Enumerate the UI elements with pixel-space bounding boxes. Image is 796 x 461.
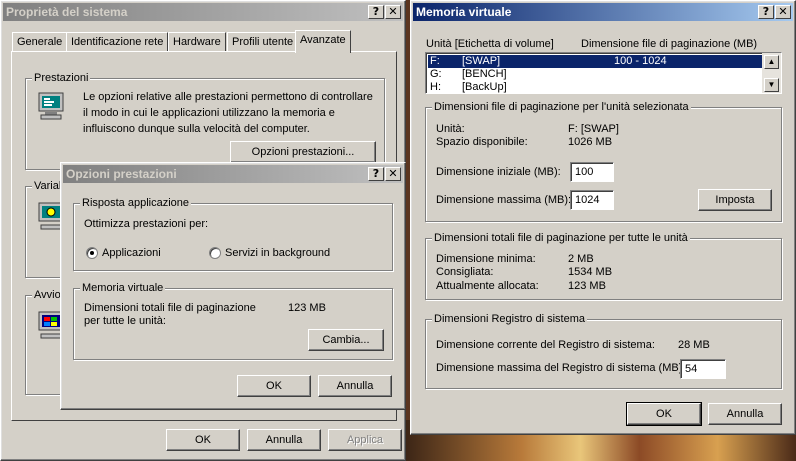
total-paging-group: Dimensioni totali file di paginazione pe… [425, 232, 782, 300]
close-button[interactable]: ✕ [775, 5, 791, 19]
vm-total-label: Dimensioni totali file di paginazione pe… [84, 302, 256, 327]
column-header-drive: Unità [Etichetta di volume] [426, 38, 554, 50]
max-size-label: Dimensione massima (MB): [436, 194, 572, 206]
ok-button[interactable]: OK [626, 402, 702, 426]
registry-max-input[interactable]: 54 [680, 359, 726, 379]
drive-letter: G: [430, 68, 442, 80]
list-item[interactable]: G: [BENCH] [428, 68, 763, 81]
group-title: Risposta applicazione [80, 197, 192, 210]
help-button[interactable]: ? [368, 5, 384, 19]
min-size-label: Dimensione minima: [436, 253, 536, 265]
list-item[interactable]: F: [SWAP] 100 - 1024 [428, 55, 763, 68]
change-button[interactable]: Cambia... [308, 329, 384, 351]
registry-current-value: 28 MB [678, 339, 710, 351]
tab-label: Profili utente [232, 36, 294, 48]
cancel-button[interactable]: Annulla [247, 429, 321, 451]
tab-hardware[interactable]: Hardware [168, 32, 226, 52]
tab-label: Generale [17, 36, 63, 48]
free-space-label: Spazio disponibile: [436, 136, 528, 148]
radio-applications[interactable] [86, 247, 98, 259]
drive-label: [BackUp] [462, 81, 507, 93]
set-button[interactable]: Imposta [698, 189, 772, 211]
cancel-button[interactable]: Annulla [708, 403, 782, 425]
drive-letter: F: [430, 55, 440, 67]
max-size-input[interactable]: 1024 [570, 190, 614, 210]
help-button[interactable]: ? [368, 167, 384, 181]
application-response-group: Risposta applicazione Ottimizza prestazi… [73, 197, 393, 271]
performance-group: Prestazioni Le opzioni relative alle pre… [25, 72, 385, 170]
initial-size-input[interactable]: 100 [570, 162, 614, 182]
optimize-label: Ottimizza prestazioni per: [84, 218, 209, 230]
drive-size: 100 - 1024 [614, 55, 667, 67]
scroll-down-icon[interactable]: ▼ [764, 78, 779, 92]
group-title: Dimensioni file di paginazione per l'uni… [432, 101, 691, 114]
system-properties-titlebar: Proprietà del sistema ? ✕ [3, 3, 403, 21]
tab-identificazione-rete[interactable]: Identificazione rete [66, 32, 169, 52]
group-title: Memoria virtuale [80, 282, 166, 295]
virtual-memory-window: Memoria virtuale ? ✕ Unità [Etichetta di… [410, 0, 796, 435]
list-item[interactable]: H: [BackUp] [428, 81, 763, 93]
radio-applications-label[interactable]: Applicazioni [102, 247, 161, 259]
performance-options-window: Opzioni prestazioni ? ✕ Risposta applica… [60, 162, 406, 410]
registry-current-label: Dimensione corrente del Registro di sist… [436, 339, 655, 351]
drive-label: [SWAP] [462, 55, 501, 67]
virtual-memory-titlebar: Memoria virtuale ? ✕ [413, 3, 793, 21]
drive-list[interactable]: F: [SWAP] 100 - 1024 G: [BENCH] H: [Back… [425, 52, 782, 94]
drive-label-text: Unità: [436, 123, 465, 135]
registry-size-group: Dimensioni Registro di sistema Dimension… [425, 313, 782, 389]
performance-description: Le opzioni relative alle prestazioni per… [83, 91, 373, 135]
initial-size-label: Dimensione iniziale (MB): [436, 166, 561, 178]
window-title: Opzioni prestazioni [66, 167, 177, 181]
tab-label: Identificazione rete [71, 36, 164, 48]
recommended-label: Consigliata: [436, 266, 494, 278]
registry-max-label: Dimensione massima del Registro di siste… [436, 362, 686, 374]
selected-drive-group: Dimensioni file di paginazione per l'uni… [425, 101, 782, 222]
computer-icon [38, 92, 64, 120]
min-size-value: 2 MB [568, 253, 594, 265]
tab-avanzate[interactable]: Avanzate [295, 30, 351, 53]
cancel-button[interactable]: Annulla [318, 375, 392, 397]
close-button[interactable]: ✕ [385, 167, 401, 181]
group-title: Dimensioni Registro di sistema [432, 313, 587, 326]
recommended-value: 1534 MB [568, 266, 613, 278]
free-space-value: 1026 MB [568, 136, 613, 148]
drive-label: [BENCH] [462, 68, 507, 80]
radio-background-services-label[interactable]: Servizi in background [225, 247, 330, 259]
allocated-label: Attualmente allocata: [436, 280, 539, 292]
virtual-memory-group: Memoria virtuale Dimensioni totali file … [73, 282, 393, 360]
tab-generale[interactable]: Generale [12, 32, 68, 52]
group-title: Prestazioni [32, 72, 91, 85]
window-title: Proprietà del sistema [6, 5, 128, 19]
tab-label: Avanzate [300, 34, 346, 46]
apply-button[interactable]: Applica [328, 429, 402, 451]
help-button[interactable]: ? [758, 5, 774, 19]
performance-options-titlebar: Opzioni prestazioni ? ✕ [63, 165, 403, 183]
close-button[interactable]: ✕ [385, 5, 401, 19]
group-title: Dimensioni totali file di paginazione pe… [432, 232, 690, 245]
radio-background-services[interactable] [209, 247, 221, 259]
vm-total-value: 123 MB [288, 302, 326, 314]
performance-options-button[interactable]: Opzioni prestazioni... [230, 141, 376, 163]
scroll-up-icon[interactable]: ▲ [764, 55, 779, 69]
drive-value: F: [SWAP] [568, 123, 619, 135]
allocated-value: 123 MB [568, 280, 606, 292]
drive-letter: H: [430, 81, 441, 93]
ok-button[interactable]: OK [237, 375, 311, 397]
ok-button[interactable]: OK [166, 429, 240, 451]
window-title: Memoria virtuale [416, 5, 512, 19]
group-title: Avvio [32, 289, 63, 302]
column-header-size: Dimensione file di paginazione (MB) [581, 38, 758, 50]
tab-label: Hardware [173, 36, 221, 48]
tab-profili-utente[interactable]: Profili utente [227, 32, 299, 52]
